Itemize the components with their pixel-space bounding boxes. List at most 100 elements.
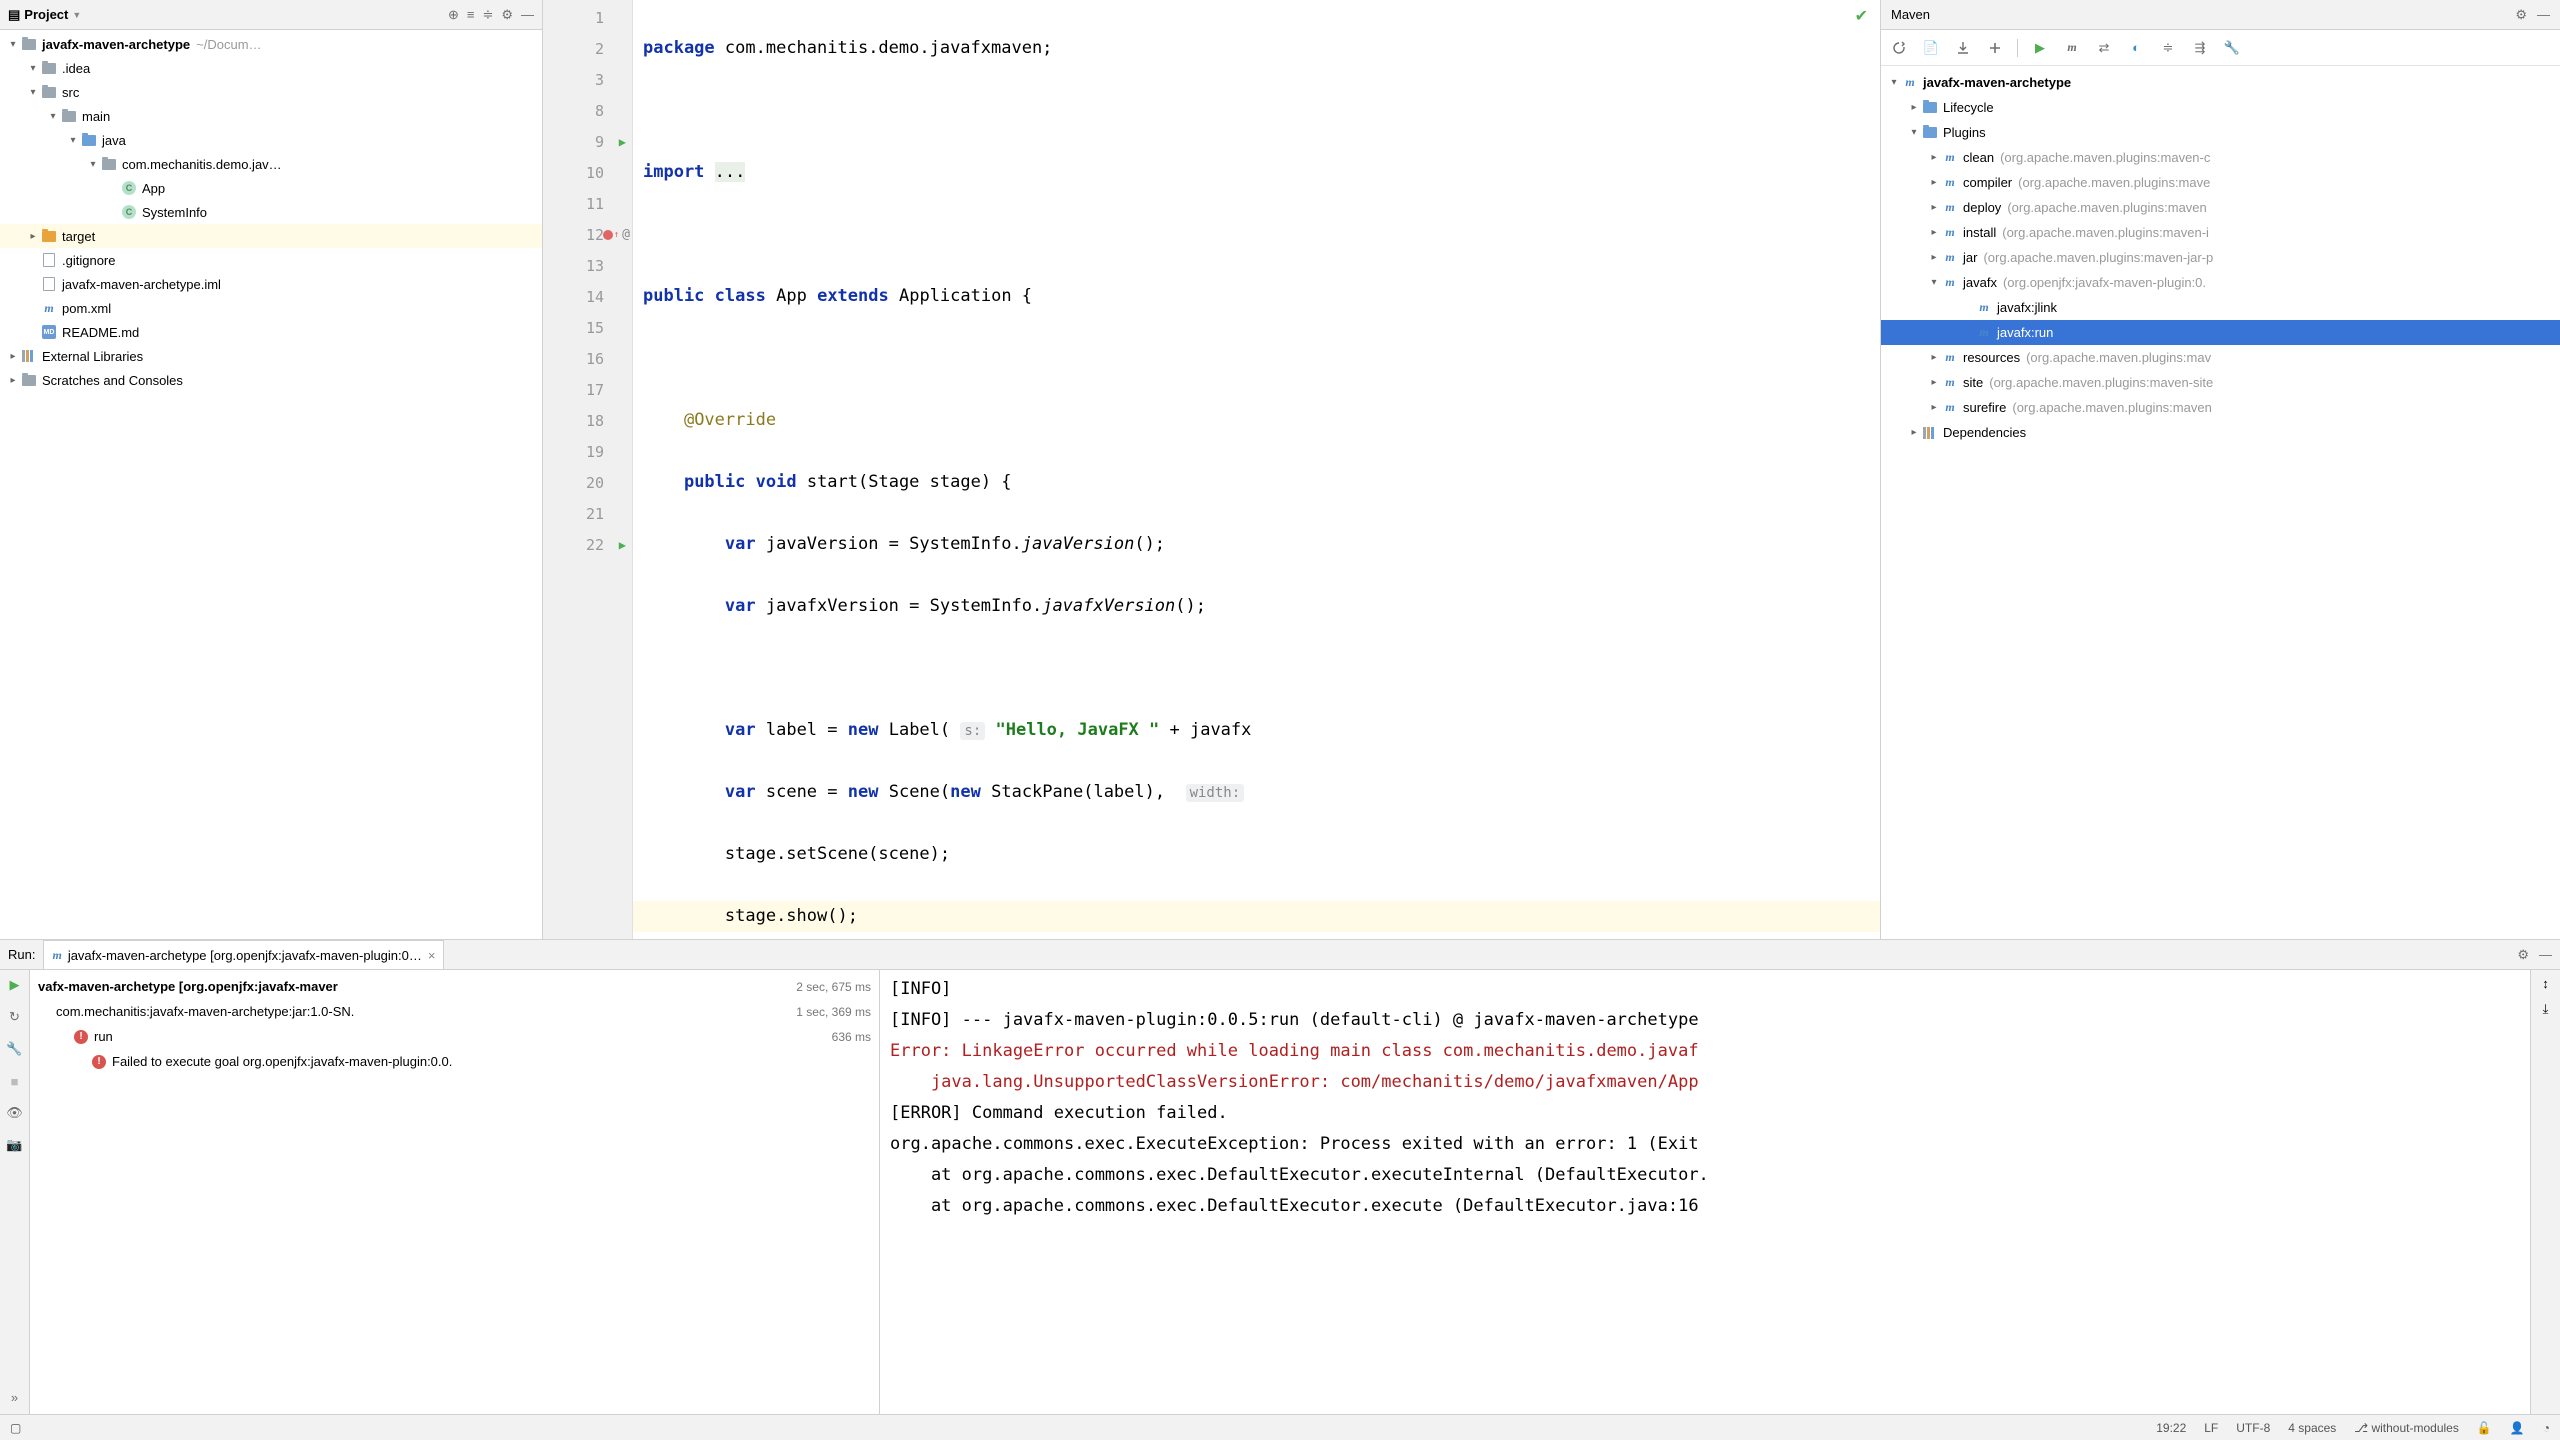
- inspector-icon[interactable]: 👤: [2510, 1421, 2525, 1435]
- show-dependencies-icon[interactable]: ⇶: [2190, 38, 2210, 58]
- tree-item[interactable]: ▾java: [0, 128, 542, 152]
- wrench-icon[interactable]: 🔧: [2222, 38, 2242, 58]
- gutter-line[interactable]: 15: [543, 312, 632, 343]
- maven-dependencies[interactable]: ▸ Dependencies: [1881, 420, 2560, 445]
- execute-maven-icon[interactable]: m: [2062, 38, 2082, 58]
- generate-sources-icon[interactable]: 📄: [1921, 38, 1941, 58]
- settings-icon[interactable]: ⚙: [501, 7, 513, 23]
- encoding[interactable]: UTF-8: [2236, 1421, 2270, 1435]
- locate-icon[interactable]: ⊕: [448, 7, 459, 23]
- soft-wrap-icon[interactable]: ↕: [2542, 976, 2549, 991]
- tree-item[interactable]: ▾src: [0, 80, 542, 104]
- gutter-line[interactable]: 3: [543, 64, 632, 95]
- cursor-position[interactable]: 19:22: [2156, 1421, 2186, 1435]
- indent[interactable]: 4 spaces: [2288, 1421, 2336, 1435]
- tree-item[interactable]: .gitignore: [0, 248, 542, 272]
- chevron-down-icon[interactable]: ▼: [72, 10, 81, 20]
- tree-item[interactable]: mpom.xml: [0, 296, 542, 320]
- maven-tree-item[interactable]: ▸msurefire(org.apache.maven.plugins:mave…: [1881, 395, 2560, 420]
- gutter-line[interactable]: 8: [543, 95, 632, 126]
- tree-item[interactable]: ▾com.mechanitis.demo.jav…: [0, 152, 542, 176]
- hide-icon[interactable]: —: [2537, 7, 2550, 23]
- maven-tree-item[interactable]: mjavafx:run: [1881, 320, 2560, 345]
- run-gutter-icon[interactable]: ▶: [619, 135, 626, 149]
- lock-icon[interactable]: 🔓: [2477, 1421, 2492, 1435]
- gutter-line[interactable]: 10: [543, 157, 632, 188]
- line-separator[interactable]: LF: [2204, 1421, 2218, 1435]
- gutter-line[interactable]: 17: [543, 374, 632, 405]
- gutter-line[interactable]: 21: [543, 498, 632, 529]
- offline-mode-icon[interactable]: ◐: [2126, 38, 2146, 58]
- gutter-line[interactable]: 9▶: [543, 126, 632, 157]
- run-icon[interactable]: ▶: [2030, 38, 2050, 58]
- gutter-line[interactable]: 2: [543, 33, 632, 64]
- run-tab[interactable]: m javafx-maven-archetype [org.openjfx:ja…: [43, 940, 444, 969]
- settings-icon[interactable]: ⚙: [2515, 7, 2527, 23]
- run-tree-item[interactable]: com.mechanitis:javafx-maven-archetype:ja…: [30, 999, 879, 1024]
- run-tree-item[interactable]: !run636 ms: [30, 1024, 879, 1049]
- dump-threads-icon[interactable]: 👁: [6, 1104, 24, 1122]
- toggle-skip-tests-icon[interactable]: ⇄: [2094, 38, 2114, 58]
- collapse-icon[interactable]: ≑: [2158, 38, 2178, 58]
- settings-icon[interactable]: ⚙: [2517, 947, 2529, 963]
- tree-item[interactable]: CApp: [0, 176, 542, 200]
- hide-icon[interactable]: —: [2539, 947, 2552, 962]
- maven-tree[interactable]: ▾m javafx-maven-archetype ▸ Lifecycle ▾ …: [1881, 66, 2560, 939]
- gutter-line[interactable]: 13: [543, 250, 632, 281]
- maven-tree-item[interactable]: ▸minstall(org.apache.maven.plugins:maven…: [1881, 220, 2560, 245]
- maven-root[interactable]: ▾m javafx-maven-archetype: [1881, 70, 2560, 95]
- run-console[interactable]: [INFO][INFO] --- javafx-maven-plugin:0.0…: [880, 970, 2530, 1414]
- tree-root[interactable]: ▾ javafx-maven-archetype ~/Docum…: [0, 32, 542, 56]
- maven-tree-item[interactable]: ▸msite(org.apache.maven.plugins:maven-si…: [1881, 370, 2560, 395]
- tree-item[interactable]: ▸Scratches and Consoles: [0, 368, 542, 392]
- camera-icon[interactable]: 📷: [6, 1136, 24, 1154]
- gutter-line[interactable]: 19: [543, 436, 632, 467]
- gutter-line[interactable]: 18: [543, 405, 632, 436]
- more-icon[interactable]: »: [6, 1388, 24, 1406]
- stop-rerun-icon[interactable]: ↻: [6, 1008, 24, 1026]
- maven-tree-item[interactable]: ▸mclean(org.apache.maven.plugins:maven-c: [1881, 145, 2560, 170]
- tree-item[interactable]: CSystemInfo: [0, 200, 542, 224]
- override-gutter-icon[interactable]: ↑@: [603, 227, 630, 242]
- gutter-line[interactable]: 1: [543, 2, 632, 33]
- close-tab-icon[interactable]: ×: [428, 948, 436, 963]
- tree-item[interactable]: ▾.idea: [0, 56, 542, 80]
- collapse-all-icon[interactable]: ≑: [482, 7, 493, 23]
- project-title[interactable]: Project: [24, 7, 68, 22]
- gutter-line[interactable]: 16: [543, 343, 632, 374]
- maven-tree-item[interactable]: ▸mjar(org.apache.maven.plugins:maven-jar…: [1881, 245, 2560, 270]
- wrench-icon[interactable]: 🔧: [6, 1040, 24, 1058]
- maven-plugins[interactable]: ▾ Plugins: [1881, 120, 2560, 145]
- project-tree[interactable]: ▾ javafx-maven-archetype ~/Docum… ▾.idea…: [0, 30, 542, 939]
- maven-tree-item[interactable]: ▸mresources(org.apache.maven.plugins:mav: [1881, 345, 2560, 370]
- expand-all-icon[interactable]: ≡: [467, 7, 475, 23]
- tool-window-icon[interactable]: ▢: [10, 1421, 21, 1435]
- tree-item[interactable]: ▸External Libraries: [0, 344, 542, 368]
- run-tree[interactable]: vafx-maven-archetype [org.openjfx:javafx…: [30, 970, 880, 1414]
- run-tree-item[interactable]: !Failed to execute goal org.openjfx:java…: [30, 1049, 879, 1074]
- gutter-line[interactable]: 14: [543, 281, 632, 312]
- maven-tree-item[interactable]: mjavafx:jlink: [1881, 295, 2560, 320]
- inspection-ok-icon[interactable]: ✔: [1855, 6, 1868, 26]
- run-gutter-icon[interactable]: ▶: [619, 538, 626, 552]
- git-branch[interactable]: ⎇ without-modules: [2354, 1421, 2459, 1435]
- stop-icon[interactable]: ■: [6, 1072, 24, 1090]
- gutter-line[interactable]: 22▶: [543, 529, 632, 560]
- run-tree-item[interactable]: vafx-maven-archetype [org.openjfx:javafx…: [30, 974, 879, 999]
- refresh-icon[interactable]: [1889, 38, 1909, 58]
- gutter-line[interactable]: 12↑@: [543, 219, 632, 250]
- maven-lifecycle[interactable]: ▸ Lifecycle: [1881, 95, 2560, 120]
- download-icon[interactable]: [1953, 38, 1973, 58]
- gutter-line[interactable]: 11: [543, 188, 632, 219]
- scroll-to-end-icon[interactable]: ⤓: [2543, 1001, 2549, 1017]
- maven-tree-item[interactable]: ▸mcompiler(org.apache.maven.plugins:mave: [1881, 170, 2560, 195]
- gutter-line[interactable]: 20: [543, 467, 632, 498]
- tree-item[interactable]: ▸target: [0, 224, 542, 248]
- tree-item[interactable]: javafx-maven-archetype.iml: [0, 272, 542, 296]
- add-icon[interactable]: [1985, 38, 2005, 58]
- tree-item[interactable]: ▾main: [0, 104, 542, 128]
- code-editor[interactable]: 12389▶101112↑@13141516171819202122▶ pack…: [543, 0, 1880, 939]
- rerun-icon[interactable]: ▶: [6, 976, 24, 994]
- notifications-icon[interactable]: ◔: [2543, 1421, 2550, 1435]
- maven-tree-item[interactable]: ▸mdeploy(org.apache.maven.plugins:maven: [1881, 195, 2560, 220]
